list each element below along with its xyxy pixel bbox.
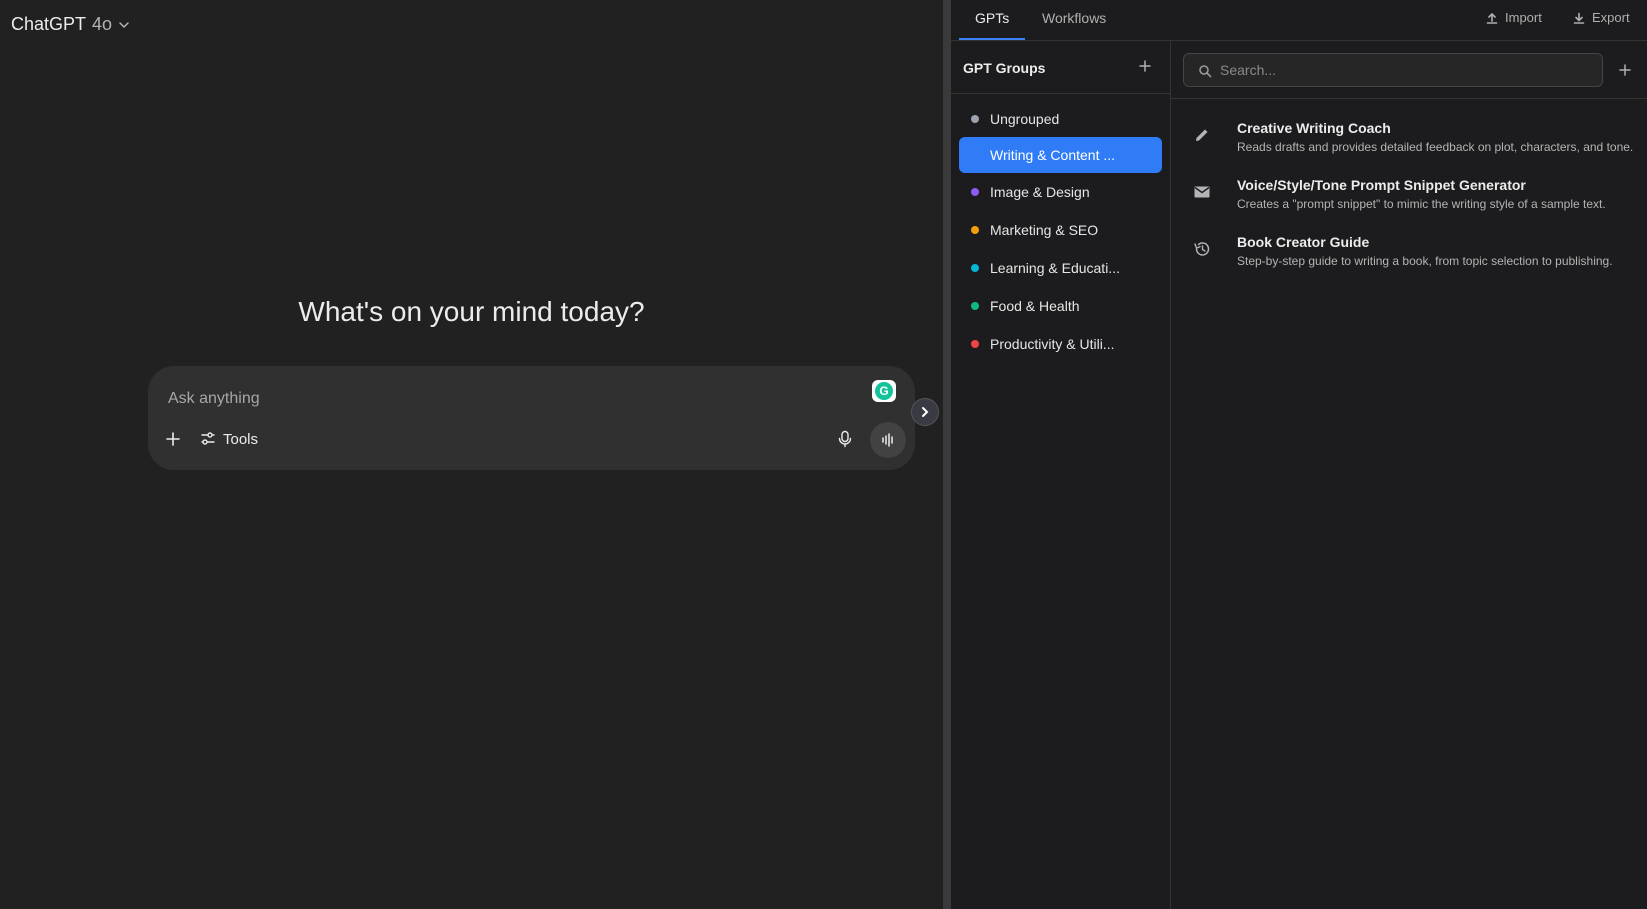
grammarly-logo: G [875,382,893,400]
group-label: Productivity & Utili... [990,336,1115,352]
tab-gpts[interactable]: GPTs [959,0,1026,40]
group-item-image-design[interactable]: Image & Design [959,174,1162,210]
pencil-icon [1196,129,1208,141]
import-button[interactable]: Import [1486,10,1542,25]
chevron-down-icon [119,21,129,28]
group-label: Food & Health [990,298,1080,314]
upload-icon [1486,12,1498,24]
add-attachment-button[interactable] [162,428,184,450]
mail-icon [1194,186,1210,198]
gpt-manager-panel: GPTs Workflows Import Export GPT Groups [951,0,1647,909]
tools-label: Tools [223,430,259,448]
panel-resize-handle[interactable] [943,0,951,909]
gpt-description: Step-by-step guide to writing a book, fr… [1237,254,1613,268]
chat-area: ChatGPT 4o What's on your mind today? G [0,0,943,909]
grammarly-icon[interactable]: G [872,380,896,402]
gpt-description: Creates a "prompt snippet" to mimic the … [1237,197,1606,211]
prompt-input[interactable] [168,384,808,414]
model-name: ChatGPT [11,14,87,34]
search-input[interactable] [1220,54,1596,86]
search-box [1183,53,1603,87]
group-item-ungrouped[interactable]: Ungrouped [959,101,1162,137]
group-color-dot [971,226,979,234]
group-item-marketing-seo[interactable]: Marketing & SEO [959,212,1162,248]
page-title: What's on your mind today? [298,296,645,327]
group-label: Image & Design [990,184,1090,200]
group-item-writing-content[interactable]: Writing & Content ... [959,137,1162,173]
history-icon [1194,242,1210,256]
model-selector[interactable]: ChatGPT 4o [11,14,130,35]
groups-title: GPT Groups [963,60,1046,76]
gpt-description: Reads drafts and provides detailed feedb… [1237,140,1634,154]
composer: G Tools [148,366,915,470]
model-version: 4o [92,14,113,34]
group-color-dot [971,188,979,196]
gpt-name: Voice/Style/Tone Prompt Snippet Generato… [1237,177,1526,193]
tools-button[interactable]: Tools [200,426,258,452]
groups-header: GPT Groups [951,41,1170,94]
group-color-dot [971,340,979,348]
group-label: Marketing & SEO [990,222,1099,238]
search-icon [1199,65,1212,78]
group-label: Ungrouped [990,111,1060,127]
group-color-dot [971,115,979,123]
gpt-name: Creative Writing Coach [1237,120,1391,136]
app-root: ChatGPT 4o What's on your mind today? G [0,0,1647,909]
voice-mode-button[interactable] [870,422,906,458]
plus-icon [166,432,180,446]
group-item-food-health[interactable]: Food & Health [959,288,1162,324]
download-icon [1573,12,1585,24]
panel-toolbar: GPTs Workflows Import Export [951,0,1647,41]
add-group-icon[interactable] [1137,58,1153,74]
add-gpt-icon[interactable] [1617,62,1633,78]
gpt-item-voice-style-tone[interactable]: Voice/Style/Tone Prompt Snippet Generato… [1183,175,1643,225]
gpt-item-creative-writing-coach[interactable]: Creative Writing Coach Reads drafts and … [1183,118,1643,168]
sliders-icon [201,432,215,445]
mic-icon [838,430,852,448]
export-label: Export [1592,10,1630,25]
import-label: Import [1505,10,1542,25]
gpt-item-book-creator-guide[interactable]: Book Creator Guide Step-by-step guide to… [1183,232,1643,282]
gpt-name: Book Creator Guide [1237,234,1370,250]
group-item-learning-education[interactable]: Learning & Educati... [959,250,1162,286]
tab-workflows[interactable]: Workflows [1026,0,1122,40]
voice-wave-icon [882,433,893,447]
groups-sidebar: GPT Groups Ungrouped Writing & Content .… [951,41,1171,909]
chevron-right-icon [922,407,929,417]
export-button[interactable]: Export [1573,10,1630,25]
group-color-dot [971,264,979,272]
dictate-button[interactable] [834,428,856,450]
group-item-productivity-utilities[interactable]: Productivity & Utili... [959,326,1162,362]
group-label: Writing & Content ... [990,147,1116,163]
collapse-panel-button[interactable] [911,398,939,426]
group-label: Learning & Educati... [990,260,1120,276]
gpt-list-area: Creative Writing Coach Reads drafts and … [1171,41,1647,909]
search-row [1171,41,1647,99]
group-color-dot [971,302,979,310]
